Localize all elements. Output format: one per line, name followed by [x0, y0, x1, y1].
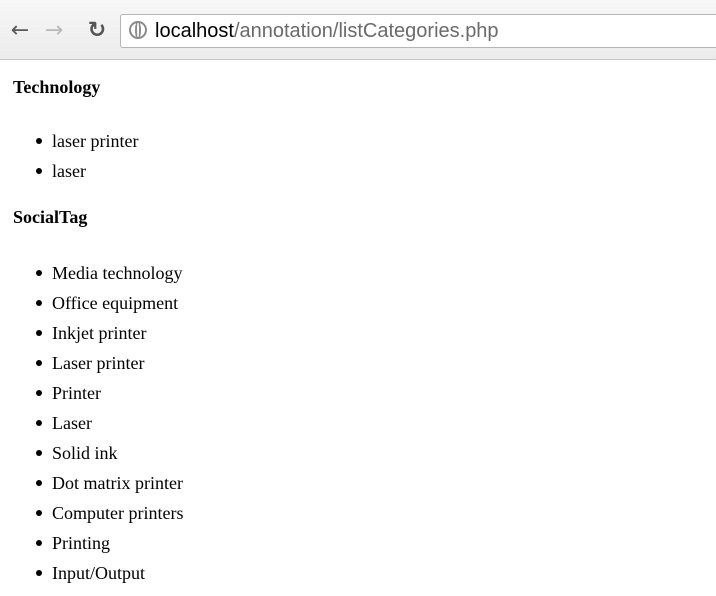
url-host: localhost [155, 20, 234, 42]
category-heading-technology: Technology [13, 77, 101, 97]
address-bar[interactable]: localhost/annotation/listCategories.php [120, 14, 716, 48]
url-path: /annotation/listCategories.php [233, 20, 499, 42]
list-item: laser [36, 156, 703, 186]
list-item: Computer printers [36, 498, 703, 528]
list-item: Inkjet printer [36, 318, 703, 348]
list-item: Printing [36, 528, 703, 558]
list-item: Dot matrix printer [36, 468, 703, 498]
globe-icon [129, 21, 147, 39]
page-content: Technology laser printer laser SocialTag… [13, 76, 703, 588]
list-item: Input/Output [36, 558, 703, 588]
list-item: Office equipment [36, 288, 703, 318]
socialtag-list: Media technology Office equipment Inkjet… [13, 258, 703, 588]
list-item: Laser [36, 408, 703, 438]
list-item: laser printer [36, 126, 703, 156]
list-item: Printer [36, 378, 703, 408]
list-item: Solid ink [36, 438, 703, 468]
forward-arrow-icon[interactable]: → [42, 19, 66, 43]
list-item: Media technology [36, 258, 703, 288]
technology-list: laser printer laser [13, 126, 703, 186]
category-heading-socialtag: SocialTag [13, 207, 88, 227]
browser-toolbar: ← → ↻ localhost/annotation/listCategorie… [0, 0, 716, 60]
url-text[interactable]: localhost/annotation/listCategories.php [155, 20, 499, 43]
reload-icon[interactable]: ↻ [85, 19, 109, 43]
back-arrow-icon[interactable]: ← [8, 19, 32, 43]
list-item: Laser printer [36, 348, 703, 378]
